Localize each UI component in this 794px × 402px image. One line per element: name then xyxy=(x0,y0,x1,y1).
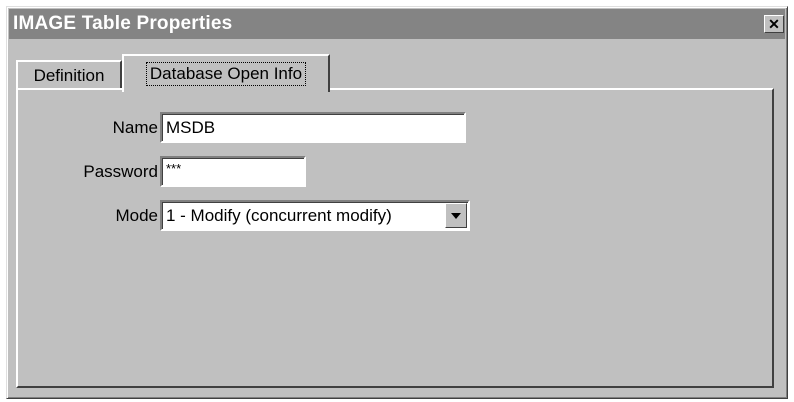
mode-select[interactable]: 1 - Modify (concurrent modify) xyxy=(160,200,470,231)
name-label: Name xyxy=(112,118,158,137)
mode-value: 1 - Modify (concurrent modify) xyxy=(166,205,392,225)
tab-panel: Name MSDB Password *** Mode 1 - Modify (… xyxy=(16,88,774,388)
tab-definition[interactable]: Definition xyxy=(16,60,122,90)
tab-database-open-info[interactable]: Database Open Info xyxy=(122,54,330,92)
password-label: Password xyxy=(83,162,158,181)
tab-strip: Definition Database Open Info xyxy=(16,54,776,92)
password-field[interactable]: *** xyxy=(160,156,306,187)
title-bar[interactable]: IMAGE Table Properties ✕ xyxy=(9,9,785,39)
tab-database-open-info-label: Database Open Info xyxy=(145,62,307,86)
password-value: *** xyxy=(166,161,182,176)
close-button[interactable]: ✕ xyxy=(764,15,784,33)
chevron-down-icon xyxy=(451,212,461,219)
tab-definition-label: Definition xyxy=(33,66,105,85)
name-value: MSDB xyxy=(166,117,216,137)
mode-dropdown-button[interactable] xyxy=(445,203,467,228)
mode-label: Mode xyxy=(115,206,158,225)
name-field[interactable]: MSDB xyxy=(160,112,466,143)
close-icon: ✕ xyxy=(768,16,780,32)
window-title: IMAGE Table Properties xyxy=(13,13,233,34)
